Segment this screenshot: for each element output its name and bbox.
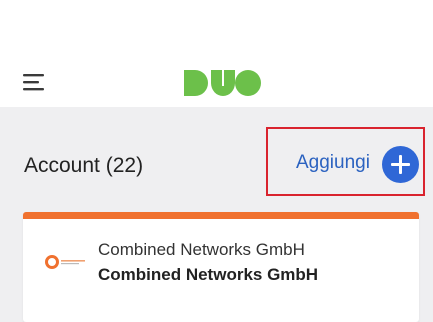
accounts-title: Account (22) (24, 154, 144, 177)
combined-networks-logo (44, 254, 88, 270)
accounts-section: Account (22) Aggiungi Combined Networks … (0, 107, 433, 322)
hamburger-menu-icon[interactable] (22, 71, 48, 93)
account-name: Combined Networks GmbH (98, 265, 319, 284)
app-header (0, 0, 433, 107)
card-accent-bar (23, 212, 419, 219)
plus-icon[interactable] (382, 146, 419, 183)
add-account-button[interactable]: Aggiungi (296, 152, 370, 174)
account-organization: Combined Networks GmbH (98, 240, 305, 259)
duo-logo (183, 70, 261, 96)
duo-mobile-screen: Account (22) Aggiungi Combined Networks … (0, 0, 433, 322)
account-card[interactable]: Combined Networks GmbH Combined Networks… (23, 212, 419, 322)
